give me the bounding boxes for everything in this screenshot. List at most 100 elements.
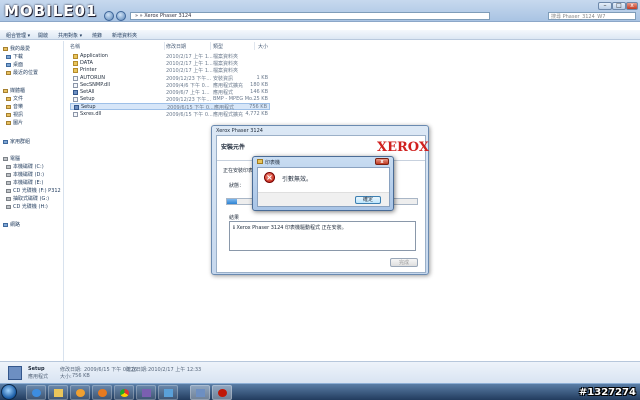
- finish-button[interactable]: 完成: [390, 258, 418, 267]
- back-button[interactable]: [104, 11, 114, 21]
- result-entry: ℹ Xerox Phaser 3124 印表機驅動程式 正在安裝。: [233, 225, 347, 231]
- error-dialog: 印表機 x × 引數無效。 確定: [252, 156, 394, 211]
- sidebar-item-drive-c[interactable]: 本機磁碟 (C:): [6, 163, 44, 170]
- sidebar-item-documents[interactable]: 文件: [6, 95, 23, 102]
- file-row[interactable]: SecSNMP.dll 2009/4/6 下午 0... 應用程式擴充 180 KB: [70, 82, 270, 89]
- firefox-icon: [98, 389, 107, 397]
- burn-button[interactable]: 燒錄: [92, 32, 102, 39]
- file-date: 2010/2/17 上午 1...: [166, 61, 213, 68]
- taskbar-explorer-button[interactable]: [48, 385, 68, 400]
- forward-button[interactable]: [116, 11, 126, 21]
- taskbar-chrome-button[interactable]: [114, 385, 134, 400]
- sidebar-item-drive-d[interactable]: 本機磁碟 (D:): [6, 171, 44, 178]
- column-divider: [210, 42, 211, 50]
- star-icon: [3, 46, 8, 51]
- sidebar-item-network[interactable]: 網路: [3, 221, 20, 228]
- sidebar-item-drive-f[interactable]: CD 光碟機 (F:) P312: [6, 187, 61, 194]
- details-size-value: 756 KB: [72, 373, 90, 379]
- sidebar-item-computer[interactable]: 電腦: [3, 155, 20, 162]
- error-dialog-footer: 確定: [258, 192, 389, 206]
- file-row[interactable]: SetAll 2009/6/7 上午 1... 應用程式 146 KB: [70, 89, 270, 96]
- installer-window-title: Xerox Phaser 3124: [216, 128, 263, 134]
- file-row[interactable]: Application 2010/2/17 上午 1... 檔案資料夾: [70, 53, 270, 60]
- cd-drive-icon: [6, 204, 11, 209]
- sidebar-item-drive-e[interactable]: 本機磁碟 (E:): [6, 179, 43, 186]
- file-icon: [73, 82, 78, 88]
- network-icon: [3, 222, 8, 227]
- error-close-button[interactable]: x: [375, 158, 389, 165]
- taskbar-app-button[interactable]: [136, 385, 156, 400]
- column-header-type[interactable]: 類型: [213, 43, 223, 50]
- removable-drive-icon: [6, 196, 11, 201]
- sidebar-item-libraries[interactable]: 媒體櫃: [3, 87, 25, 94]
- result-label: 結果: [229, 215, 240, 221]
- sidebar-item-videos[interactable]: 視訊: [6, 111, 23, 118]
- desktop-icon: [6, 62, 11, 67]
- error-dialog-body: × 引數無效。 確定: [257, 167, 390, 207]
- install-progress-fill: [227, 199, 237, 204]
- file-name: AUTORUN: [80, 74, 105, 81]
- file-row[interactable]: Setup 2009/12/23 下午... BMP - MPEG Mo... 25 …: [70, 96, 270, 103]
- taskbar-app-button[interactable]: [158, 385, 178, 400]
- file-row[interactable]: Setup 2009/6/15 下午 0... 應用程式 756 KB: [70, 103, 270, 111]
- installer-heading: 安裝元件: [221, 144, 246, 151]
- file-row[interactable]: AUTORUN 2009/12/23 下午... 安裝資訊 1 KB: [70, 75, 270, 82]
- file-type: 檔案資料夾: [213, 68, 239, 75]
- address-bar[interactable]: » » Xerox Phaser 3124: [130, 12, 490, 20]
- taskbar-media-button[interactable]: [70, 385, 90, 400]
- error-message: 引數無效。: [282, 176, 313, 183]
- share-button[interactable]: 共用對象 ▾: [58, 32, 82, 39]
- search-input[interactable]: 搜尋 Phaser_3124_W7: [548, 12, 636, 20]
- taskbar-ie-button[interactable]: [26, 385, 46, 400]
- documents-icon: [6, 96, 11, 101]
- open-button[interactable]: 開啟: [38, 32, 48, 39]
- column-header-name[interactable]: 名稱: [70, 43, 80, 50]
- file-row[interactable]: DATA 2010/2/17 上午 1... 檔案資料夾: [70, 60, 270, 67]
- sidebar-item-drive-g[interactable]: 抽取式磁碟 (G:): [6, 195, 49, 202]
- minimize-button[interactable]: –: [598, 2, 612, 10]
- organize-button[interactable]: 組合管理 ▾: [6, 32, 30, 39]
- start-button[interactable]: [1, 384, 17, 400]
- search-placeholder: 搜尋 Phaser_3124_W7: [551, 14, 606, 20]
- file-date: 2009/12/23 下午...: [166, 97, 212, 104]
- taskbar-firefox-button[interactable]: [92, 385, 112, 400]
- download-icon: [6, 54, 11, 59]
- details-created-label: 建立日期:: [126, 367, 148, 373]
- result-list[interactable]: ℹ Xerox Phaser 3124 印表機驅動程式 正在安裝。: [229, 221, 416, 251]
- file-name: Application: [80, 53, 108, 59]
- close-button[interactable]: x: [626, 2, 638, 10]
- sidebar-item-recent[interactable]: 最近的位置: [6, 69, 38, 76]
- sidebar-item-music[interactable]: 音樂: [6, 103, 23, 110]
- sidebar-item-homegroup[interactable]: 家用群組: [3, 138, 30, 145]
- file-name: Printer: [80, 67, 97, 74]
- new-folder-button[interactable]: 新增資料夾: [112, 32, 137, 39]
- details-size-label: 大小:: [60, 374, 72, 380]
- file-row[interactable]: Printer 2010/2/17 上午 1... 檔案資料夾: [70, 67, 270, 74]
- details-created-value: 2010/2/17 上午 12:33: [148, 367, 202, 373]
- file-type: 安裝資訊: [213, 75, 234, 82]
- sidebar-item-downloads[interactable]: 下載: [6, 53, 23, 60]
- taskbar-error-button[interactable]: [212, 385, 232, 400]
- sidebar-item-desktop[interactable]: 桌面: [6, 61, 23, 68]
- sidebar-item-pictures[interactable]: 圖片: [6, 119, 23, 126]
- video-icon: [6, 112, 11, 117]
- computer-icon: [3, 156, 8, 161]
- file-type: 檔案資料夾: [213, 61, 239, 68]
- address-path: » » Xerox Phaser 3124: [135, 13, 192, 19]
- column-header-date[interactable]: 修改日期: [166, 43, 186, 50]
- chrome-icon: [120, 389, 129, 397]
- maximize-button[interactable]: □: [612, 2, 626, 10]
- file-row[interactable]: Sxres.dll 2009/6/15 下午 0... 應用程式擴充 4,772 KB: [70, 111, 270, 118]
- ok-button[interactable]: 確定: [355, 196, 381, 204]
- folder-icon: [73, 61, 78, 67]
- taskbar-installer-button[interactable]: [190, 385, 210, 400]
- installer-state-label: 狀態：: [229, 183, 245, 189]
- media-player-icon: [76, 389, 85, 397]
- file-icon: [73, 75, 78, 81]
- error-icon: [218, 389, 227, 397]
- file-date: 2009/6/15 下午 0...: [166, 111, 213, 118]
- sidebar-item-favorites[interactable]: 我的最愛: [3, 45, 30, 52]
- sidebar-item-drive-h[interactable]: CD 光碟機 (H:): [6, 203, 48, 210]
- recent-icon: [6, 70, 11, 75]
- column-header-size[interactable]: 大小: [258, 43, 268, 50]
